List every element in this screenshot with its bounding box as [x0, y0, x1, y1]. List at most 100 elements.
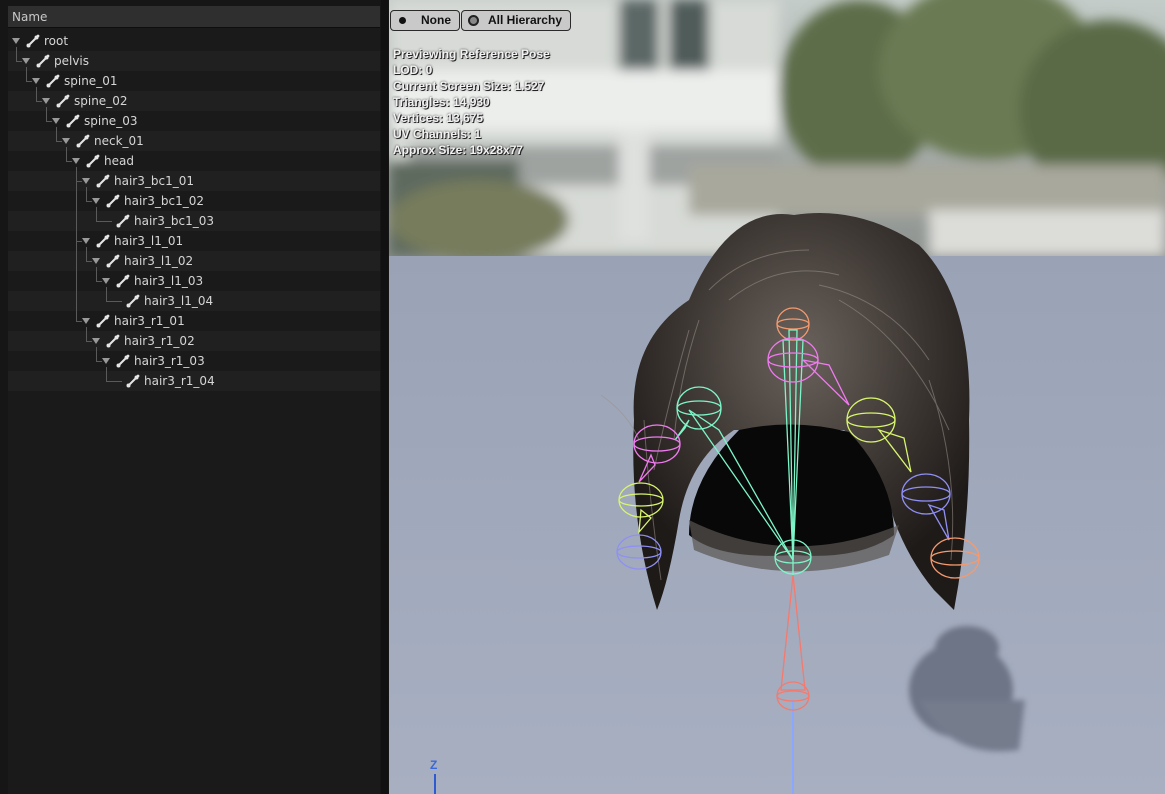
chevron-down-icon[interactable]: [92, 258, 100, 264]
tree-guide-line: [66, 161, 72, 162]
bone-draw-all-hierarchy-button[interactable]: All Hierarchy: [461, 10, 571, 31]
bone-icon: [66, 114, 80, 128]
tree-guide-line: [106, 367, 107, 381]
tree-row-hair3-bc1-01[interactable]: hair3_bc1_01: [8, 171, 380, 191]
tree-row-root[interactable]: root: [8, 31, 380, 51]
tree-guide-line: [96, 281, 102, 282]
tree-row-label: hair3_l1_02: [124, 254, 194, 268]
tree-guide-line: [86, 187, 87, 201]
tree-row-label: hair3_r1_01: [114, 314, 185, 328]
tree-row-spine-02[interactable]: spine_02: [8, 91, 380, 111]
tree-row-label: hair3_r1_02: [124, 334, 195, 348]
tree-row-spine-01[interactable]: spine_01: [8, 71, 380, 91]
bone-icon: [36, 54, 50, 68]
tree-guide-line: [16, 47, 17, 61]
bone-icon: [96, 234, 110, 248]
chevron-down-icon[interactable]: [102, 358, 110, 364]
tree-row-hair3-r1-02[interactable]: hair3_r1_02: [8, 331, 380, 351]
all-hierarchy-label: All Hierarchy: [487, 13, 562, 27]
name-column-header[interactable]: Name: [8, 6, 380, 28]
radio-unselected-icon: [468, 15, 479, 26]
tree-guide-line: [36, 101, 42, 102]
tree-row-label: hair3_bc1_03: [134, 214, 214, 228]
tree-row-hair3-l1-03[interactable]: hair3_l1_03: [8, 271, 380, 291]
skeleton-tree-panel: Name root pelvis spine_01 spine_02 spine_03n…: [0, 0, 388, 794]
tree-row-hair3-l1-04[interactable]: hair3_l1_04: [8, 291, 380, 311]
tree-guide-line: [56, 141, 62, 142]
tree-row-label: hair3_l1_04: [144, 294, 214, 308]
tree-guide-line: [96, 267, 97, 281]
tree-guide-line: [16, 61, 22, 62]
stats-lod: LOD: 0: [393, 63, 433, 77]
tree-guide-line: [56, 127, 57, 141]
tree-row-label: spine_03: [84, 114, 138, 128]
viewport-stats-overlay: Previewing Reference Pose LOD: 0 Current…: [393, 46, 550, 158]
tree-row-hair3-bc1-03[interactable]: hair3_bc1_03: [8, 211, 380, 231]
tree-row-hair3-l1-02[interactable]: hair3_l1_02: [8, 251, 380, 271]
chevron-down-icon[interactable]: [92, 338, 100, 344]
chevron-down-icon[interactable]: [12, 38, 20, 44]
tree-row-pelvis[interactable]: pelvis: [8, 51, 380, 71]
bone-icon: [86, 154, 100, 168]
tree-guide-line: [86, 261, 92, 262]
bone-icon: [96, 174, 110, 188]
tree-guide-line: [96, 347, 97, 361]
tree-row-label: hair3_l1_01: [114, 234, 184, 248]
tree-rows: root pelvis spine_01 spine_02 spine_03 neck_0…: [8, 31, 380, 391]
chevron-down-icon[interactable]: [82, 318, 90, 324]
chevron-down-icon[interactable]: [82, 178, 90, 184]
bone-icon: [76, 134, 90, 148]
tree-row-hair3-r1-01[interactable]: hair3_r1_01: [8, 311, 380, 331]
tree-row-label: hair3_bc1_02: [124, 194, 204, 208]
chevron-down-icon[interactable]: [52, 118, 60, 124]
tree-row-hair3-r1-04[interactable]: hair3_r1_04: [8, 371, 380, 391]
chevron-down-icon[interactable]: [72, 158, 80, 164]
chevron-down-icon[interactable]: [62, 138, 70, 144]
bone-icon: [116, 214, 130, 228]
skeleton-tree: Name root pelvis spine_01 spine_02 spine_03n…: [8, 6, 380, 794]
tree-guide-line: [46, 107, 47, 121]
preview-viewport[interactable]: None All Hierarchy Previewing Reference …: [389, 0, 1165, 794]
tree-row-label: hair3_l1_03: [134, 274, 204, 288]
tree-row-head[interactable]: head: [8, 151, 380, 171]
tree-row-hair3-l1-01[interactable]: hair3_l1_01: [8, 231, 380, 251]
tree-guide-line: [86, 341, 92, 342]
axis-z-line: [434, 774, 436, 794]
radio-selected-icon: [399, 17, 406, 24]
chevron-down-icon[interactable]: [32, 78, 40, 84]
bone-icon: [96, 314, 110, 328]
tree-row-hair3-r1-03[interactable]: hair3_r1_03: [8, 351, 380, 371]
tree-guide-line: [76, 167, 77, 321]
tree-guide-line: [86, 201, 92, 202]
tree-row-label: hair3_r1_03: [134, 354, 205, 368]
bone-icon: [126, 294, 140, 308]
tree-scrollbar[interactable]: [381, 0, 388, 794]
stats-uv-channels: UV Channels: 1: [393, 127, 482, 141]
tree-guide-line: [36, 87, 37, 101]
chevron-down-icon[interactable]: [102, 278, 110, 284]
bone-icon: [126, 374, 140, 388]
stats-screen-size: Current Screen Size: 1.527: [393, 79, 545, 93]
none-label: None: [421, 13, 451, 27]
tree-guide-line: [26, 67, 27, 81]
tree-row-label: hair3_bc1_01: [114, 174, 194, 188]
tree-guide-line: [86, 247, 87, 261]
chevron-down-icon[interactable]: [92, 198, 100, 204]
chevron-down-icon[interactable]: [22, 58, 30, 64]
bone-icon: [106, 334, 120, 348]
tree-guide-line: [46, 121, 52, 122]
tree-guide-line: [96, 221, 112, 222]
bone-icon: [106, 194, 120, 208]
axis-z-label: Z: [430, 758, 438, 772]
chevron-down-icon[interactable]: [42, 98, 50, 104]
chevron-down-icon[interactable]: [82, 238, 90, 244]
tree-row-neck-01[interactable]: neck_01: [8, 131, 380, 151]
bone-icon: [46, 74, 60, 88]
tree-row-spine-03[interactable]: spine_03: [8, 111, 380, 131]
tree-row-hair3-bc1-02[interactable]: hair3_bc1_02: [8, 191, 380, 211]
tree-guide-line: [76, 321, 82, 322]
bone-icon: [116, 354, 130, 368]
tree-guide-line: [106, 381, 122, 382]
tree-guide-line: [96, 361, 102, 362]
bone-draw-none-button[interactable]: None: [390, 10, 460, 31]
